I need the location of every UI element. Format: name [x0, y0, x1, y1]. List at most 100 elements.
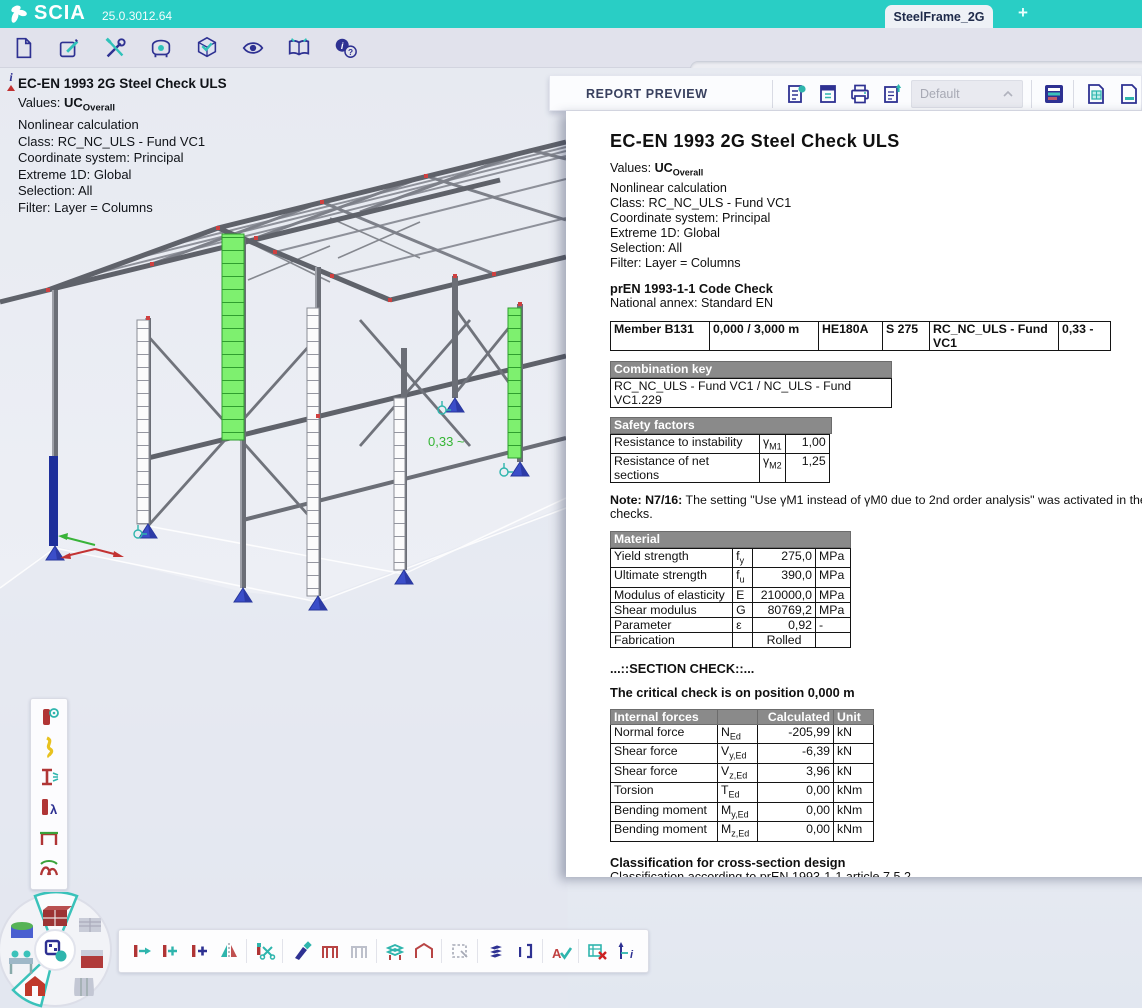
cell: ε — [733, 617, 753, 632]
cell: Shear force — [611, 763, 718, 782]
svg-text:I: I — [518, 944, 522, 961]
layers-icon[interactable] — [481, 936, 510, 966]
check-diagram-white — [137, 320, 149, 524]
report-page[interactable]: EC-EN 1993 2G Steel Check ULS Values: UC… — [566, 111, 1142, 877]
cell: kNm — [834, 802, 874, 821]
cell: Bending moment — [611, 802, 718, 821]
cell: Member B131 — [611, 321, 710, 350]
print-icon[interactable] — [845, 81, 875, 107]
extend-member-icon[interactable] — [127, 936, 156, 966]
cell: 1,00 — [785, 434, 829, 453]
col-header — [718, 709, 758, 724]
note-line-2: checks. — [610, 507, 1142, 522]
result-line: Filter: Layer = Columns — [18, 200, 328, 217]
result-line: Coordinate system: Principal — [18, 150, 328, 167]
machinery-icon[interactable] — [11, 922, 33, 938]
cell: Torsion — [611, 783, 718, 802]
libraries-book-icon[interactable] — [282, 32, 316, 64]
cell: -205,99 — [758, 724, 834, 743]
result-values-line: Values: UCOverall — [18, 95, 328, 117]
connect-nodes-icon[interactable] — [185, 936, 214, 966]
loads-box-icon[interactable] — [81, 950, 103, 968]
report-layout-value: Default — [920, 87, 960, 101]
view-eye-icon[interactable] — [236, 32, 270, 64]
multi-frame-icon[interactable] — [380, 936, 409, 966]
wall-bracing — [148, 308, 520, 526]
cell: kN — [834, 744, 874, 763]
check-diagram-navy — [49, 456, 58, 546]
cell: Vz,Ed — [718, 763, 758, 782]
national-annex-line: National annex: Standard EN — [610, 296, 1142, 311]
cell: 0,92 — [753, 617, 816, 632]
table-of-contents-icon[interactable] — [813, 81, 843, 107]
report-meta-line: Selection: All — [610, 241, 1142, 256]
deformed-shape-icon[interactable] — [34, 732, 64, 762]
check-labels-icon[interactable]: A — [546, 936, 575, 966]
single-page-view-icon[interactable] — [1114, 81, 1142, 107]
member-settings-icon[interactable] — [34, 702, 64, 732]
portal-frame-red-icon[interactable] — [315, 936, 344, 966]
cell: Rolled — [753, 632, 816, 647]
member-summary-table: Member B131 0,000 / 3,000 m HE180A S 275… — [610, 321, 1111, 351]
cell: G — [733, 602, 753, 617]
main-toolbar: i? — [0, 28, 1142, 68]
export-report-icon[interactable] — [877, 81, 907, 107]
layout-active-icon[interactable] — [1039, 81, 1069, 107]
report-meta-line: Coordinate system: Principal — [610, 211, 1142, 226]
cut-member-icon[interactable] — [250, 936, 279, 966]
edit-model-icon[interactable] — [52, 32, 86, 64]
report-meta-line: Class: RC_NC_ULS - Fund VC1 — [610, 196, 1142, 211]
cell: Parameter — [611, 617, 733, 632]
coats-icon[interactable] — [74, 978, 94, 996]
check-diagram-green — [222, 234, 244, 440]
modify-toolbar: I A i — [118, 929, 649, 973]
cell: Mz,Ed — [718, 822, 758, 841]
result-tools-strip: λ — [30, 698, 68, 890]
cell: kNm — [834, 783, 874, 802]
tools-icon[interactable] — [98, 32, 132, 64]
gable-frame-icon[interactable] — [409, 936, 438, 966]
cell: fy — [733, 548, 753, 567]
engineering-report-icon[interactable] — [781, 81, 811, 107]
result-line: Class: RC_NC_ULS - Fund VC1 — [18, 134, 328, 151]
dimension-line-icon[interactable]: i — [611, 936, 640, 966]
combination-key-block: Combination key RC_NC_ULS - Fund VC1 / N… — [610, 361, 892, 408]
safety-factors-block: Safety factors Resistance to instability… — [610, 417, 832, 483]
code-check-cube-icon[interactable] — [190, 32, 224, 64]
project-tab[interactable]: SteelFrame_2G — [885, 5, 993, 28]
arch-check-icon[interactable] — [34, 852, 64, 882]
brand-name: SCIA — [34, 2, 86, 25]
combination-key-header: Combination key — [610, 361, 892, 378]
report-preview-title: REPORT PREVIEW — [586, 87, 708, 101]
portal-frame-disabled-icon — [344, 936, 373, 966]
connect-members-icon[interactable] — [156, 936, 185, 966]
mirror-icon[interactable] — [214, 936, 243, 966]
steel-section-check-icon[interactable] — [34, 762, 64, 792]
new-tab-button[interactable]: + — [1018, 3, 1028, 23]
cell: Shear modulus — [611, 602, 733, 617]
cell: MPa — [816, 568, 851, 587]
svg-text:i: i — [630, 949, 634, 961]
check-diagram-white — [307, 308, 319, 596]
internal-forces-table: Internal forces Calculated Unit Normal f… — [610, 709, 874, 842]
paint-properties-icon[interactable] — [286, 936, 315, 966]
svg-text:λ: λ — [50, 802, 58, 817]
materials-stack-icon[interactable] — [79, 918, 101, 932]
stability-lambda-icon[interactable]: λ — [34, 792, 64, 822]
workstation-wheel-menu[interactable] — [0, 892, 119, 1008]
info-collapse-icon[interactable]: i — [4, 72, 18, 98]
delete-table-icon[interactable] — [582, 936, 611, 966]
calculate-icon[interactable] — [144, 32, 178, 64]
two-page-view-icon[interactable] — [1081, 81, 1111, 107]
result-line: Extreme 1D: Global — [18, 167, 328, 184]
code-check-heading: prEN 1993-1-1 Code Check — [610, 281, 1142, 296]
report-layout-select[interactable]: Default — [911, 80, 1023, 108]
text-label-icon[interactable]: I — [510, 936, 539, 966]
cell: 390,0 — [753, 568, 816, 587]
cell: Normal force — [611, 724, 718, 743]
frame-check-icon[interactable] — [34, 822, 64, 852]
help-icon[interactable]: i? — [328, 32, 362, 64]
new-project-icon[interactable] — [6, 32, 40, 64]
result-title: EC-EN 1993 2G Steel Check ULS — [18, 76, 328, 91]
columns[interactable] — [55, 238, 520, 596]
